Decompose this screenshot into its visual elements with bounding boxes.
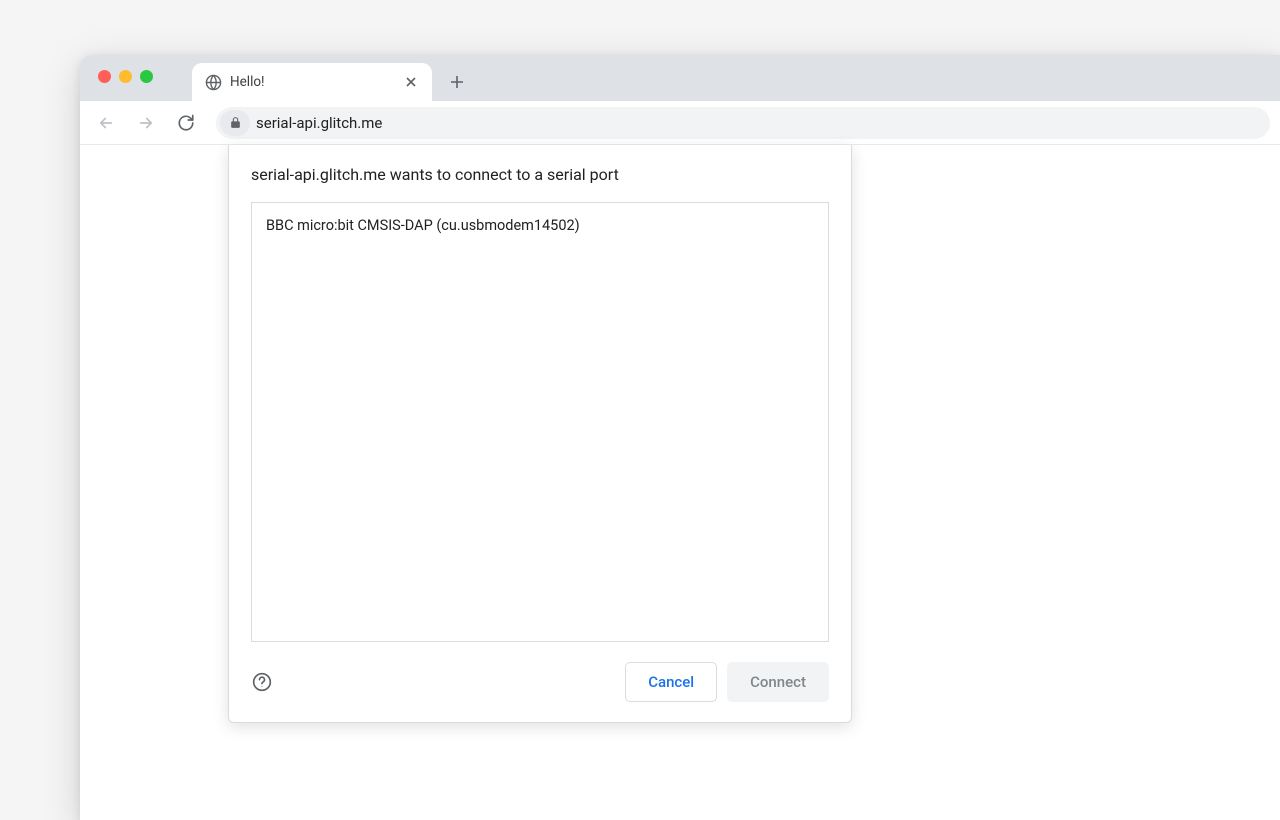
dialog-footer: Cancel Connect xyxy=(251,662,829,702)
window-minimize-button[interactable] xyxy=(119,70,132,83)
content-area: serial-api.glitch.me wants to connect to… xyxy=(80,145,1280,820)
serial-port-permission-dialog: serial-api.glitch.me wants to connect to… xyxy=(228,145,852,723)
reload-button[interactable] xyxy=(170,107,202,139)
browser-window: Hello! xyxy=(80,55,1280,820)
new-tab-button[interactable] xyxy=(442,67,472,97)
window-maximize-button[interactable] xyxy=(140,70,153,83)
toolbar: serial-api.glitch.me xyxy=(80,101,1280,145)
help-icon[interactable] xyxy=(251,671,273,693)
lock-icon[interactable] xyxy=(220,110,250,136)
url-text: serial-api.glitch.me xyxy=(252,114,382,132)
close-icon[interactable] xyxy=(402,73,420,91)
tab-bar: Hello! xyxy=(80,55,1280,101)
window-close-button[interactable] xyxy=(98,70,111,83)
dialog-title: serial-api.glitch.me wants to connect to… xyxy=(251,165,829,184)
address-bar[interactable]: serial-api.glitch.me xyxy=(216,107,1270,139)
globe-icon xyxy=(204,73,222,91)
forward-button[interactable] xyxy=(130,107,162,139)
window-controls xyxy=(98,70,153,83)
device-list[interactable]: BBC micro:bit CMSIS-DAP (cu.usbmodem1450… xyxy=(251,202,829,642)
cancel-button[interactable]: Cancel xyxy=(625,662,717,702)
device-list-item[interactable]: BBC micro:bit CMSIS-DAP (cu.usbmodem1450… xyxy=(252,203,828,248)
tabs-container: Hello! xyxy=(192,55,472,101)
browser-tab[interactable]: Hello! xyxy=(192,63,432,101)
dialog-buttons: Cancel Connect xyxy=(625,662,829,702)
connect-button[interactable]: Connect xyxy=(727,662,829,702)
tab-title: Hello! xyxy=(230,74,394,90)
back-button[interactable] xyxy=(90,107,122,139)
